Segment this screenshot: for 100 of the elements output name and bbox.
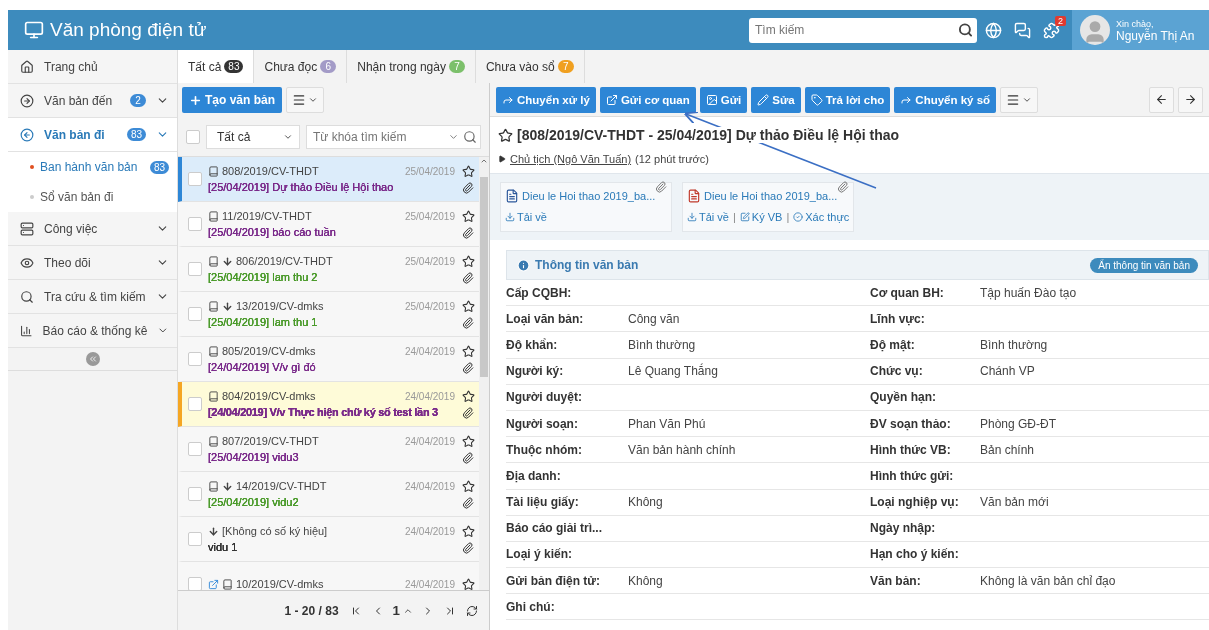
document-title: [25/04/2019] lam thu 1	[208, 316, 318, 328]
menu-button[interactable]	[1000, 86, 1039, 113]
external-link-icon	[605, 93, 618, 106]
attachment-name[interactable]: Dieu le Hoi thao 2019_ba...	[704, 190, 838, 202]
document-title: [24/04/2019] V/v gì đó	[208, 361, 316, 373]
attachment-name[interactable]: Dieu le Hoi thao 2019_ba...	[522, 190, 656, 202]
field-label: Tài liệu giấy:	[506, 495, 580, 510]
document-row[interactable]: [Không có số ký hiệu] 24/04/2019 vidu 1	[178, 517, 479, 562]
checkbox[interactable]	[188, 352, 202, 366]
action-button[interactable]: Chuyển xử lý	[496, 86, 596, 113]
field-label: Gửi bản điện tử:	[506, 573, 602, 588]
download-icon	[687, 212, 697, 222]
paperclip-icon	[837, 181, 849, 193]
field-value: Tập huấn Đào tạo	[980, 285, 1078, 300]
field-label: Ghi chú:	[506, 599, 556, 614]
star-icon[interactable]	[461, 299, 475, 313]
field-label: Văn bản:	[870, 573, 922, 588]
search-icon[interactable]	[958, 22, 973, 38]
keyword-search-field[interactable]: Từ khóa tìm kiếm	[306, 124, 481, 149]
action-button[interactable]: Sửa	[751, 86, 801, 113]
checkbox[interactable]	[188, 442, 202, 456]
action-button[interactable]: Trả lời cho	[804, 86, 891, 113]
caret-up-icon	[480, 157, 488, 165]
sidebar-subitem[interactable]: Sổ văn bản đi	[8, 182, 177, 212]
word-file-icon	[505, 189, 519, 203]
attachment-action-link[interactable]: Ký VB	[739, 211, 783, 223]
attachment-action-link[interactable]: Tải về	[687, 211, 729, 223]
document-row[interactable]: 14/2019/CV-THDT 24/04/2019 [25/04/2019] vidu2	[178, 472, 479, 517]
chat-icon[interactable]	[1014, 21, 1031, 39]
create-document-button[interactable]: Tạo văn bản	[182, 87, 282, 113]
filter-select[interactable]: Tất cả	[206, 124, 300, 149]
field-label: Độ mật:	[870, 337, 916, 352]
checkbox[interactable]	[188, 217, 202, 231]
last-page-icon	[444, 604, 456, 617]
document-date: 24/04/2019	[404, 578, 455, 590]
field-label: Hạn cho ý kiến:	[870, 547, 960, 562]
star-icon[interactable]	[461, 434, 475, 448]
search-field[interactable]: Tìm kiếm	[749, 17, 977, 43]
star-icon[interactable]	[461, 344, 475, 358]
forward-button[interactable]	[1178, 86, 1203, 113]
sidebar-item[interactable]: Văn bản đi 83	[8, 118, 177, 152]
field-value: Không	[628, 573, 664, 588]
document-row[interactable]: 807/2019/CV-THDT 24/04/2019 [25/04/2019] vidu3	[178, 427, 479, 472]
paperclip-icon	[462, 406, 474, 419]
document-row[interactable]: 13/2019/CV-dmks 25/04/2019 [25/04/2019] lam thu 1	[178, 292, 479, 337]
checkbox[interactable]	[188, 262, 202, 276]
document-row[interactable]: 10/2019/CV-dmks 24/04/2019	[178, 562, 479, 590]
hide-info-button[interactable]: Ẩn thông tin văn bản	[1090, 257, 1198, 273]
field-label: Người ký:	[506, 364, 565, 379]
checkbox[interactable]	[188, 172, 202, 186]
tab-label: Tất cả	[188, 59, 222, 74]
checkbox[interactable]	[188, 307, 202, 321]
document-date: 24/04/2019	[404, 390, 455, 402]
document-row[interactable]: 804/2019/CV-dmks 24/04/2019 [24/04/2019] V/v Thực hiện chữ ký số test lần 3	[178, 382, 479, 427]
pagination-range: 1 - 20 / 83	[284, 603, 339, 618]
field-label: Thuộc nhóm:	[506, 442, 583, 457]
checkbox[interactable]	[188, 487, 202, 501]
globe-icon[interactable]	[985, 21, 1002, 39]
sidebar-subitem[interactable]: Ban hành văn bản 83	[8, 152, 177, 182]
attachment-action-link[interactable]: Xác thực	[793, 211, 850, 223]
sender-link[interactable]: Chủ tịch (Ngô Văn Tuấn)	[510, 153, 632, 165]
checkbox[interactable]	[188, 532, 202, 546]
star-icon[interactable]	[461, 209, 475, 223]
document-row[interactable]: 806/2019/CV-THDT 25/04/2019 [25/04/2019] lam thu 2	[178, 247, 479, 292]
page-select[interactable]: 1	[388, 596, 417, 625]
expand-icon[interactable]	[498, 155, 506, 163]
document-row[interactable]: 808/2019/CV-THDT 25/04/2019 [25/04/2019] Dự thảo Điều lệ Hội thao	[178, 157, 479, 202]
field-label: Loại nghiệp vụ:	[870, 495, 960, 510]
star-icon[interactable]	[461, 389, 475, 403]
collapse-button[interactable]	[85, 352, 100, 366]
search-icon[interactable]	[463, 129, 477, 144]
document-row[interactable]: 805/2019/CV-dmks 24/04/2019 [24/04/2019] V/v gì đó	[178, 337, 479, 382]
arrow-right-icon	[1184, 93, 1197, 106]
document-date: 24/04/2019	[404, 480, 455, 492]
action-button[interactable]: Gửi cơ quan	[599, 86, 696, 113]
checkbox[interactable]	[186, 129, 200, 144]
back-button[interactable]	[1149, 86, 1174, 113]
count-badge: 83	[126, 128, 146, 141]
star-icon[interactable]	[461, 479, 475, 493]
double-chevron-left-icon	[87, 354, 98, 364]
field-value: Văn bản mới	[980, 495, 1050, 510]
star-icon[interactable]	[498, 127, 513, 143]
star-icon[interactable]	[461, 254, 475, 268]
checkbox[interactable]	[188, 397, 202, 411]
field-label: Báo cáo giải trì...	[506, 521, 604, 536]
menu-button[interactable]	[286, 87, 324, 113]
attachment-action-link[interactable]: Tải về	[505, 211, 547, 223]
checkbox[interactable]	[188, 577, 202, 590]
document-row[interactable]: 11/2019/CV-THDT 25/04/2019 [25/04/2019] báo cáo tuần	[178, 202, 479, 247]
field-value: Bình thường	[628, 337, 697, 352]
star-icon[interactable]	[461, 577, 475, 590]
count-badge: 83	[224, 60, 244, 73]
document-date: 25/04/2019	[404, 165, 455, 177]
star-icon[interactable]	[461, 164, 475, 178]
field-label: Loại văn bản:	[506, 311, 585, 326]
puzzle-icon[interactable]	[1043, 21, 1060, 39]
tab[interactable]: Tất cả 83	[178, 50, 255, 83]
action-button[interactable]: Gửi	[699, 86, 748, 113]
star-icon[interactable]	[461, 524, 475, 538]
action-button[interactable]: Chuyển ký số	[894, 86, 997, 113]
